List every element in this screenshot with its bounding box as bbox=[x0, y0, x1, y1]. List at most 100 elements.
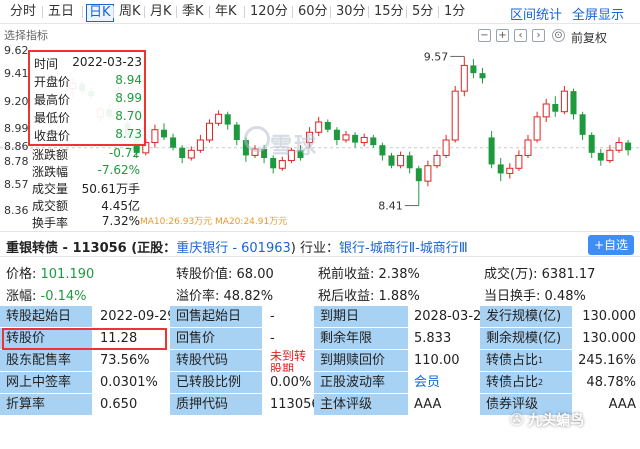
cell-text: 正股波动率 bbox=[320, 375, 386, 390]
tab-11[interactable]: 5分 bbox=[410, 4, 435, 22]
table-value-cell: 110.00 bbox=[408, 350, 480, 372]
quote-key: 当日换手: bbox=[484, 289, 545, 304]
candle-body bbox=[388, 155, 395, 166]
tab-10[interactable]: 15分 bbox=[372, 4, 406, 22]
tab-3[interactable]: 周K bbox=[117, 4, 143, 22]
tab-separator bbox=[113, 6, 114, 18]
brand-watermark: 九头蝙鸟 bbox=[528, 413, 584, 429]
info-key: 成交量 bbox=[32, 182, 69, 196]
cell-text: 245.16% bbox=[578, 353, 636, 368]
industry-link[interactable]: 银行-城商行Ⅱ-城商行Ⅲ bbox=[339, 241, 468, 256]
info-value: 8.70 bbox=[115, 109, 142, 123]
info-row: 最高价 8.99 bbox=[34, 91, 142, 108]
cell-text: 股东配售率 bbox=[6, 353, 72, 368]
cell-text: 130.000 bbox=[582, 309, 636, 324]
table-value-cell: 0.0301% bbox=[94, 372, 166, 394]
fullscreen-link[interactable]: 全屏显示 bbox=[572, 4, 624, 23]
cell-text: 5.833 bbox=[414, 331, 452, 346]
info-extra-row: 换手率 7.32% bbox=[32, 214, 140, 231]
y-axis-label: 8.78 bbox=[4, 155, 29, 168]
candle-body bbox=[360, 136, 368, 144]
table-label-cell: 正股波动率 bbox=[314, 372, 408, 394]
tab-6[interactable]: 年K bbox=[213, 4, 239, 22]
quote-value: 48.82% bbox=[223, 289, 274, 304]
quote-value: 1.88% bbox=[378, 289, 420, 304]
table-label-cell: 质押代码 bbox=[170, 394, 262, 416]
table-value-cell: 113056 bbox=[264, 394, 320, 416]
info-value: 2022-03-23 bbox=[72, 55, 142, 69]
table-value-cell: 未到转股期 bbox=[264, 350, 314, 376]
cell-text: 剩余规模(亿) bbox=[486, 331, 562, 346]
tab-4[interactable]: 月K bbox=[148, 4, 174, 22]
candle-body bbox=[460, 64, 468, 92]
tab-9[interactable]: 30分 bbox=[334, 4, 368, 22]
quote-value: -0.14% bbox=[40, 289, 87, 304]
cell-text: 0.0301% bbox=[100, 375, 158, 390]
bond-header: 重银转债 - 113056 (正股：重庆银行 - 601963) 行业：银行-城… bbox=[0, 231, 640, 257]
tab-2[interactable]: 日K bbox=[86, 4, 114, 22]
candle-body bbox=[542, 103, 550, 118]
pan-left-icon[interactable]: ‹ bbox=[514, 29, 527, 42]
info-key: 换手率 bbox=[32, 216, 69, 230]
candle-body bbox=[597, 152, 604, 161]
brand-logo-icon: ✇ bbox=[510, 410, 524, 429]
candle-body bbox=[415, 168, 422, 182]
candle-body bbox=[515, 154, 523, 169]
cell-text: 转债占比 bbox=[486, 353, 539, 368]
candle-body bbox=[588, 134, 595, 153]
zoom-out-icon[interactable]: − bbox=[478, 29, 491, 42]
candle-body bbox=[278, 160, 286, 169]
tab-separator bbox=[330, 6, 331, 18]
candle-body bbox=[179, 147, 186, 158]
info-key: 涨跌幅 bbox=[32, 165, 69, 179]
table-label-cell: 主体评级 bbox=[314, 394, 408, 416]
info-value: -7.62% bbox=[97, 163, 140, 177]
tab-5[interactable]: 季K bbox=[180, 4, 206, 22]
candle-body bbox=[451, 90, 459, 141]
candle-body bbox=[233, 124, 240, 140]
cell-text: 73.56% bbox=[100, 353, 150, 368]
tab-8[interactable]: 60分 bbox=[296, 4, 330, 22]
tab-separator bbox=[244, 6, 245, 18]
table-value-cell: 0.00% bbox=[264, 372, 314, 394]
info-row: 时间 2022-03-23 bbox=[34, 55, 142, 72]
info-key: 收盘价 bbox=[34, 129, 71, 143]
table-value-cell: 130.000 bbox=[572, 306, 640, 328]
table-label-cell: 网上中签率 bbox=[0, 372, 92, 394]
tab-0[interactable]: 分时 bbox=[8, 4, 38, 22]
bond-title: 重银转债 - 113056 (正股：重庆银行 - 601963) 行业：银行-城… bbox=[6, 241, 468, 256]
select-indicator-link[interactable]: 选择指标 bbox=[4, 27, 48, 43]
candle-body bbox=[379, 145, 386, 156]
period-tab-bar: 分时 五日 日K 周K 月K 季K 年K 120分 60分 30分 15分 5分 1分 区间统计 全屏显示 bbox=[0, 0, 640, 24]
quote-item: 转股价值: 68.00 bbox=[176, 263, 274, 282]
quote-value: 2.38% bbox=[378, 267, 420, 282]
tab-separator bbox=[82, 6, 83, 18]
info-key: 涨跌额 bbox=[32, 148, 69, 162]
info-extra-row: 涨跌额 -0.72 bbox=[32, 146, 140, 163]
info-key: 最高价 bbox=[34, 93, 71, 107]
pan-right-icon[interactable]: › bbox=[532, 29, 545, 42]
cell-text: 113056 bbox=[270, 397, 320, 412]
watermark-logo-icon bbox=[244, 126, 270, 152]
candle-body bbox=[506, 167, 514, 174]
tab-12[interactable]: 1分 bbox=[442, 4, 467, 22]
y-axis-label: 8.99 bbox=[4, 122, 29, 135]
range-stats-link[interactable]: 区间统计 bbox=[510, 4, 562, 23]
zoom-in-icon[interactable]: + bbox=[496, 29, 509, 42]
quote-row-2: 涨幅: -0.14% 溢价率: 48.82% 税后收益: 1.88% 当日换手: 0.… bbox=[0, 282, 640, 304]
add-watchlist-button[interactable]: +自选 bbox=[588, 235, 634, 255]
tab-7[interactable]: 120分 bbox=[248, 4, 290, 22]
table-value-cell[interactable]: 会员 bbox=[408, 372, 480, 394]
candle-body bbox=[324, 122, 331, 130]
stock-link[interactable]: 重庆银行 - 601963 bbox=[176, 241, 291, 256]
quote-row-1: 价格: 101.190 转股价值: 68.00 税前收益: 2.38% 成交(万): … bbox=[0, 260, 640, 282]
candle-body bbox=[442, 139, 450, 156]
info-key: 成交额 bbox=[32, 199, 69, 213]
table-label-cell: 已转股比例 bbox=[170, 372, 262, 394]
quote-item: 价格: 101.190 bbox=[6, 263, 94, 282]
cell-text: 已转股比例 bbox=[176, 375, 242, 390]
candle-body bbox=[560, 90, 568, 113]
reset-icon[interactable]: ⊙ bbox=[552, 29, 565, 42]
tab-1[interactable]: 五日 bbox=[46, 4, 76, 22]
table-label-cell: 到期日 bbox=[314, 306, 408, 328]
